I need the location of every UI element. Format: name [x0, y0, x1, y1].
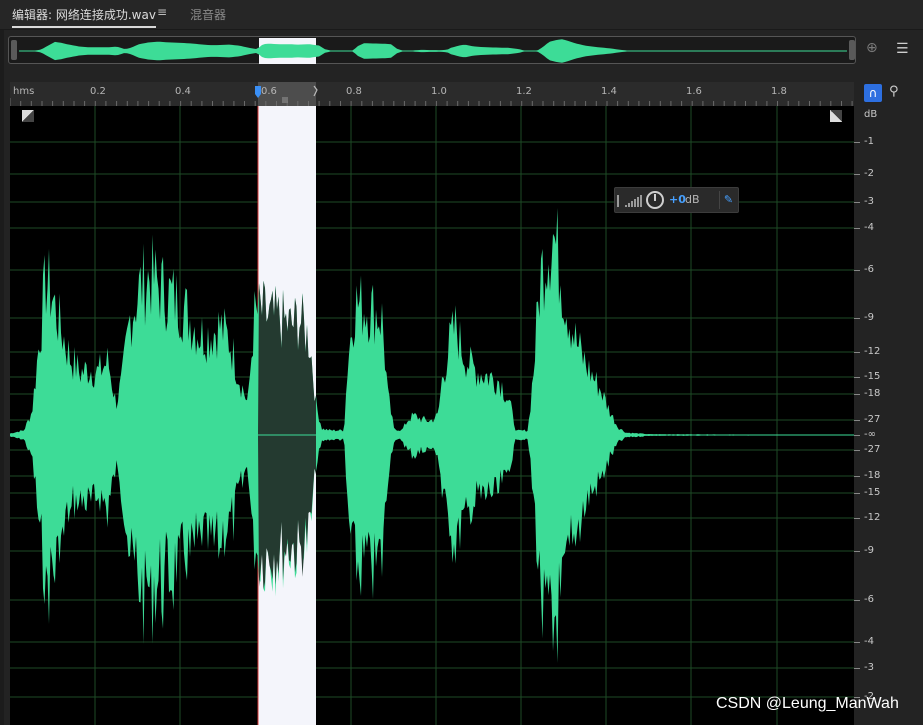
db-unit: dB — [864, 109, 878, 120]
db-scale: dB -1 -2 -3 -4 -6 -9 -12 -15 -18 -27 -∞ -27 -18 -15 -1… — [854, 106, 923, 725]
watermark: CSDN @Leung_ManWah — [716, 695, 899, 712]
db-tick — [854, 518, 860, 519]
db-tick — [854, 394, 860, 395]
db-tick — [854, 352, 860, 353]
volume-knob[interactable] — [646, 191, 664, 209]
db-label: -9 — [864, 312, 874, 323]
db-label: -2 — [864, 168, 874, 179]
left-panel-edge — [0, 30, 4, 725]
overview-waveform — [19, 38, 857, 64]
menu-icon[interactable]: ☰ — [896, 41, 909, 57]
db-label: -15 — [864, 371, 881, 382]
db-label: -4 — [864, 222, 874, 233]
marker-pin-icon[interactable]: ⚲ — [889, 84, 899, 99]
tab-editor[interactable]: 编辑器: 网络连接成功.wav — [12, 6, 156, 28]
expand-right-icon[interactable] — [830, 110, 842, 122]
level-meter-icon — [617, 195, 642, 207]
db-tick — [854, 476, 860, 477]
ruler-ticks — [10, 85, 853, 106]
db-tick — [854, 270, 860, 271]
playhead-marker-icon — [255, 86, 261, 98]
db-tick — [854, 493, 860, 494]
db-label: -12 — [864, 512, 881, 523]
db-label: -∞ — [864, 429, 876, 440]
waveform-overview[interactable] — [8, 36, 857, 64]
db-label: -3 — [864, 196, 874, 207]
volume-value[interactable]: +0 — [669, 193, 686, 206]
volume-unit: dB — [685, 193, 700, 206]
overview-left-handle[interactable] — [11, 40, 17, 60]
volume-hud[interactable]: +0 dB ✎ — [614, 187, 739, 213]
db-tick — [854, 377, 860, 378]
db-tick — [854, 551, 860, 552]
snap-magnet-icon[interactable]: ∩ — [864, 84, 882, 102]
db-label: -12 — [864, 346, 881, 357]
db-tick — [854, 668, 860, 669]
db-label: -27 — [864, 444, 881, 455]
tab-mixer[interactable]: 混音器 — [190, 6, 226, 23]
zoom-icon[interactable]: ⊕ — [866, 40, 878, 56]
db-label: -6 — [864, 264, 874, 275]
db-tick — [854, 420, 860, 421]
db-label: -4 — [864, 636, 874, 647]
db-tick — [854, 318, 860, 319]
db-tick — [854, 174, 860, 175]
db-tick — [854, 435, 860, 436]
expand-left-icon[interactable] — [22, 110, 34, 122]
overview-right-handle[interactable] — [849, 40, 855, 60]
tab-menu-icon[interactable]: ≡ — [157, 5, 167, 19]
editor-tab-bar: 编辑器: 网络连接成功.wav ≡ 混音器 — [0, 0, 923, 30]
db-tick — [854, 202, 860, 203]
pin-icon[interactable]: ✎ — [719, 191, 737, 209]
time-ruler[interactable]: hms 0.2 0.4 0.6 0.8 1.0 1.2 1.4 1.6 1.8 — [10, 82, 854, 106]
selection-end-marker-icon — [313, 85, 318, 97]
db-tick — [854, 228, 860, 229]
db-label: -3 — [864, 662, 874, 673]
db-tick — [854, 642, 860, 643]
db-label: -15 — [864, 487, 881, 498]
db-tick — [854, 600, 860, 601]
db-label: -6 — [864, 594, 874, 605]
db-tick — [854, 142, 860, 143]
db-label: -18 — [864, 470, 881, 481]
db-tick — [854, 450, 860, 451]
db-label: -27 — [864, 414, 881, 425]
db-label: -9 — [864, 545, 874, 556]
db-label: -1 — [864, 136, 874, 147]
db-label: -18 — [864, 388, 881, 399]
